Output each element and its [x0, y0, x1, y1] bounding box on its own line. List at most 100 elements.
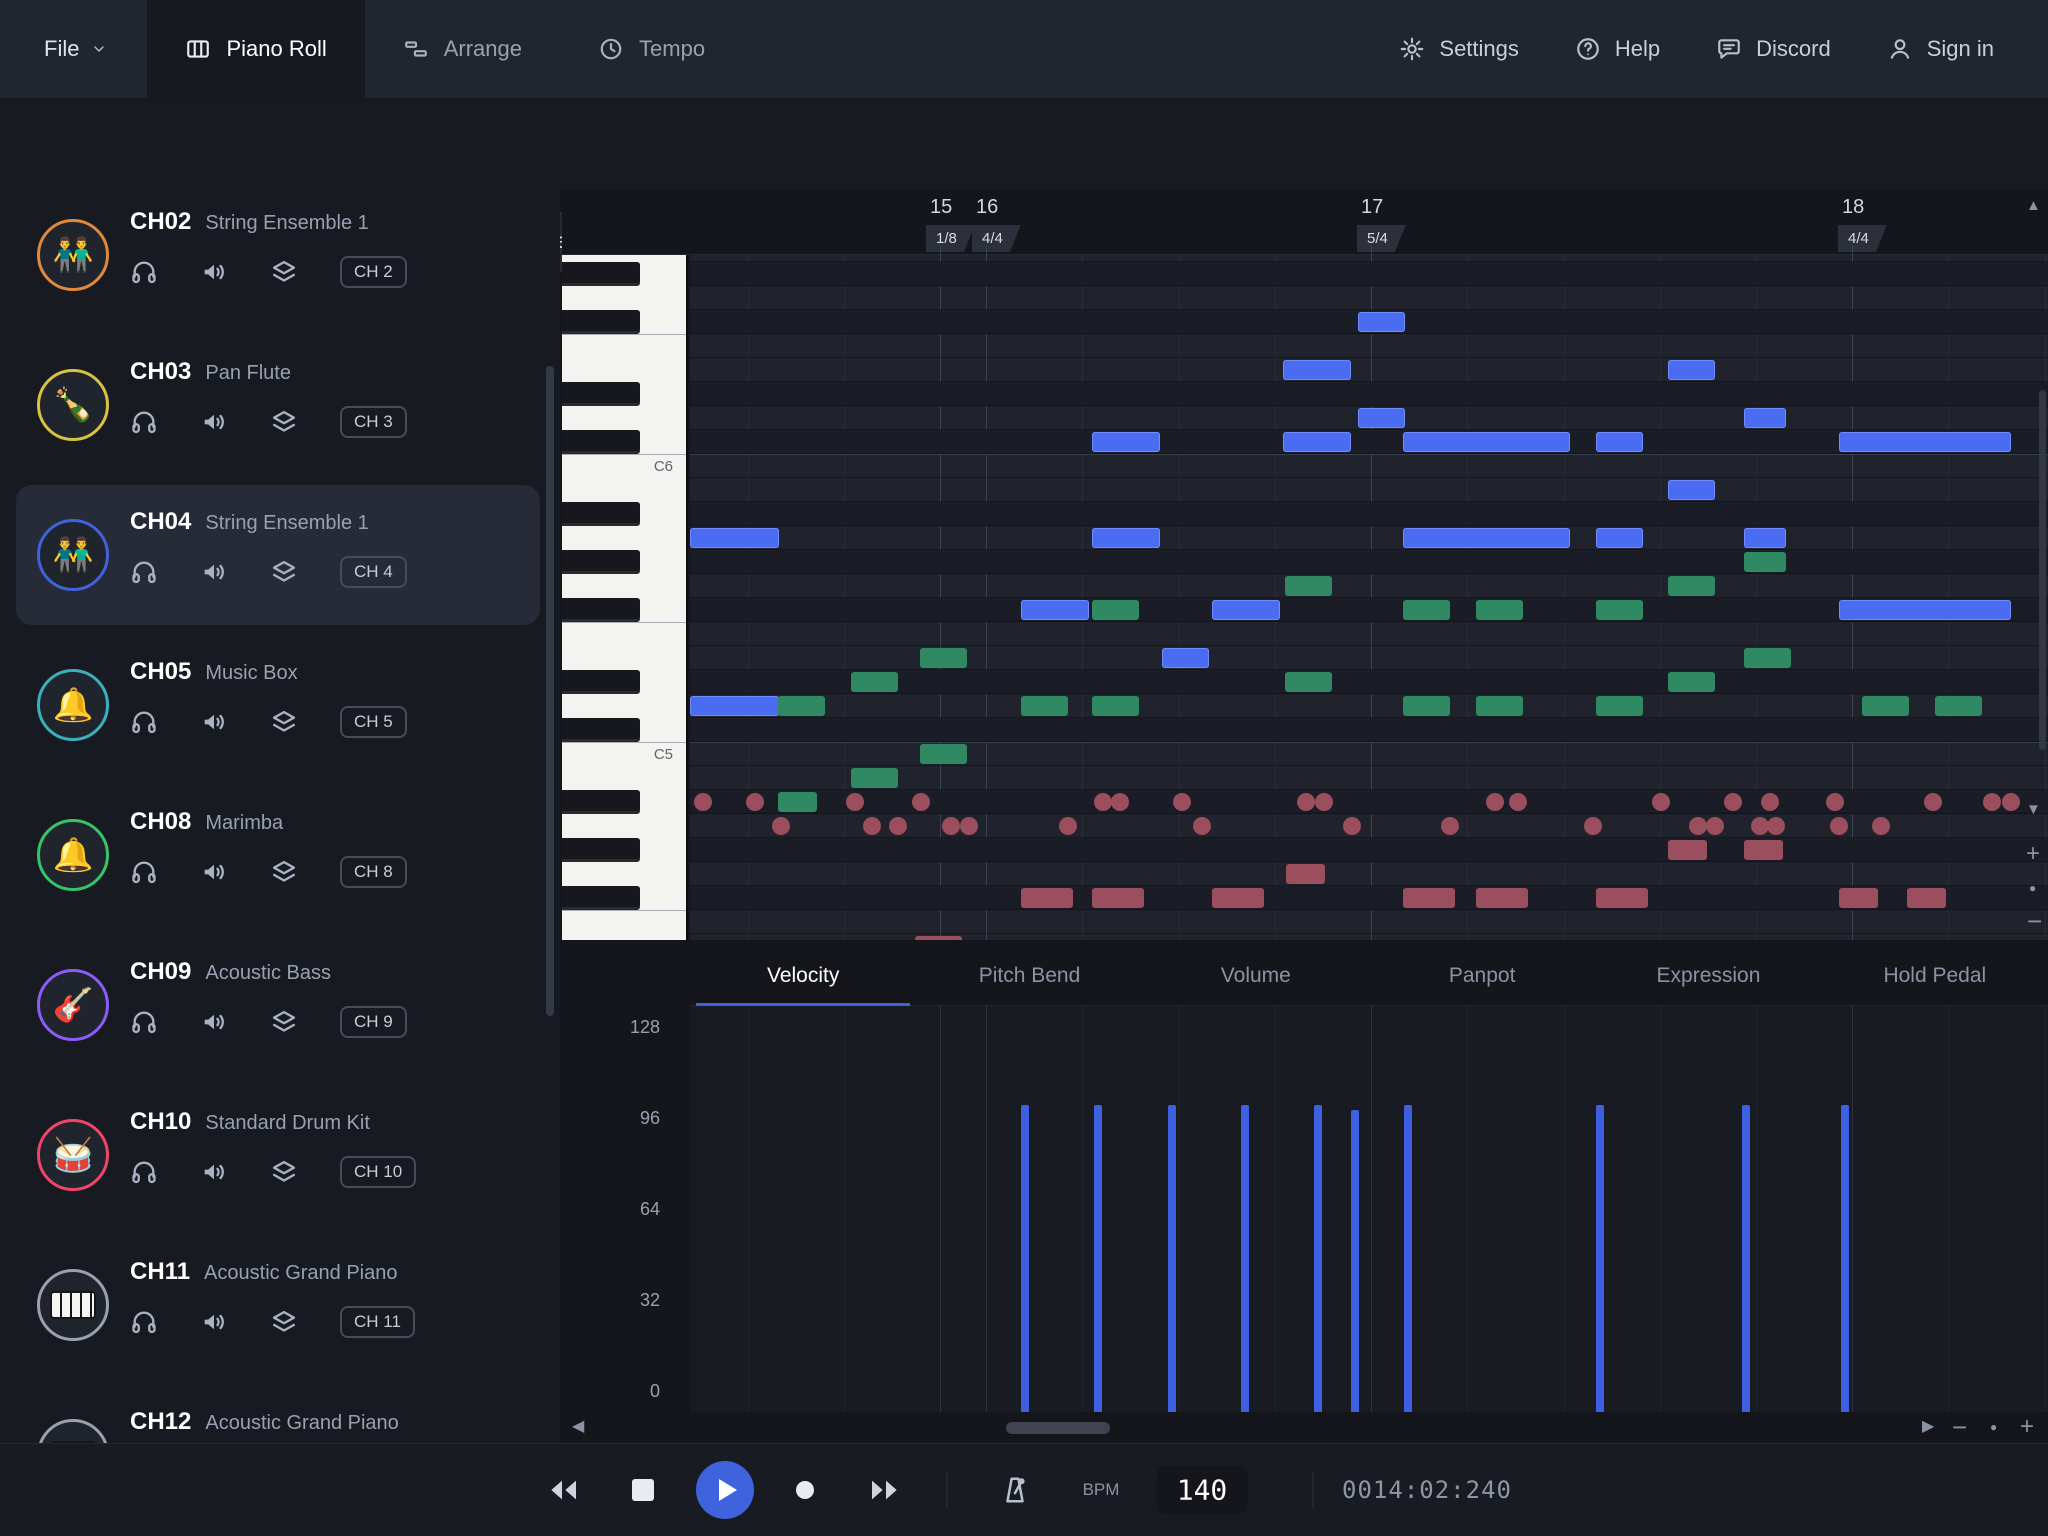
drum-note[interactable]: [1584, 817, 1602, 835]
midi-note[interactable]: [915, 936, 962, 940]
midi-note-selected[interactable]: [1358, 408, 1405, 428]
discord-button[interactable]: Discord: [1688, 36, 1859, 62]
midi-note-selected[interactable]: [1403, 528, 1570, 548]
midi-note[interactable]: [1668, 672, 1715, 692]
speaker-icon[interactable]: [200, 1008, 228, 1036]
layers-icon[interactable]: [270, 1008, 298, 1036]
piano-key-black[interactable]: [562, 886, 640, 910]
midi-note-selected[interactable]: [1212, 600, 1280, 620]
drum-note[interactable]: [1441, 817, 1459, 835]
midi-note[interactable]: [1476, 600, 1523, 620]
headphones-icon[interactable]: [130, 258, 158, 286]
piano-key-black[interactable]: [562, 598, 640, 622]
midi-note[interactable]: [1907, 888, 1946, 908]
file-menu[interactable]: File: [0, 0, 147, 98]
play-button[interactable]: [696, 1461, 754, 1519]
midi-note-selected[interactable]: [1596, 432, 1643, 452]
zoom-in-horizontal-icon[interactable]: +: [2020, 1415, 2034, 1439]
headphones-icon[interactable]: [130, 558, 158, 586]
drum-note[interactable]: [1767, 817, 1785, 835]
midi-note[interactable]: [1021, 888, 1073, 908]
tab-pitch-bend[interactable]: Pitch Bend: [916, 947, 1142, 1005]
track-ch09[interactable]: 🎸CH09Acoustic BassCH 9: [0, 930, 560, 1080]
layers-icon[interactable]: [270, 1308, 298, 1336]
drum-note[interactable]: [960, 817, 978, 835]
layers-icon[interactable]: [270, 1158, 298, 1186]
midi-note-selected[interactable]: [1092, 528, 1160, 548]
speaker-icon[interactable]: [200, 708, 228, 736]
midi-note-selected[interactable]: [1092, 432, 1160, 452]
piano-key-black[interactable]: [562, 718, 640, 742]
midi-note[interactable]: [851, 768, 898, 788]
layers-icon[interactable]: [270, 258, 298, 286]
midi-note[interactable]: [920, 648, 967, 668]
drum-note[interactable]: [1924, 793, 1942, 811]
midi-note-selected[interactable]: [1839, 432, 2011, 452]
settings-button[interactable]: Settings: [1371, 36, 1547, 62]
drum-note[interactable]: [1509, 793, 1527, 811]
record-button[interactable]: [796, 1481, 814, 1499]
midi-note[interactable]: [1212, 888, 1264, 908]
stop-button[interactable]: [632, 1479, 654, 1501]
midi-note[interactable]: [1596, 600, 1643, 620]
midi-note-selected[interactable]: [1668, 480, 1715, 500]
piano-key-black[interactable]: [562, 670, 640, 694]
midi-note[interactable]: [1744, 840, 1783, 860]
midi-note[interactable]: [1092, 696, 1139, 716]
track-avatar[interactable]: 👬: [37, 519, 109, 591]
speaker-icon[interactable]: [200, 1158, 228, 1186]
midi-note[interactable]: [920, 744, 967, 764]
track-avatar[interactable]: 🍾: [37, 369, 109, 441]
piano-key-black[interactable]: [562, 502, 640, 526]
midi-note[interactable]: [1668, 840, 1707, 860]
tab-tempo[interactable]: Tempo: [560, 0, 743, 98]
velocity-chart[interactable]: [690, 1006, 2048, 1412]
drum-note[interactable]: [1173, 793, 1191, 811]
track-avatar[interactable]: 🔔: [37, 669, 109, 741]
speaker-icon[interactable]: [200, 1308, 228, 1336]
velocity-bar[interactable]: [1351, 1110, 1359, 1412]
piano-key-black[interactable]: [562, 838, 640, 862]
midi-note-selected[interactable]: [1358, 312, 1405, 332]
drum-note[interactable]: [746, 793, 764, 811]
sidebar-scrollbar[interactable]: [546, 366, 554, 1016]
midi-note[interactable]: [1935, 696, 1982, 716]
layers-icon[interactable]: [270, 858, 298, 886]
piano-key-black[interactable]: [562, 262, 640, 286]
headphones-icon[interactable]: [130, 1008, 158, 1036]
midi-note[interactable]: [1476, 696, 1523, 716]
midi-note-selected[interactable]: [1021, 600, 1089, 620]
track-avatar[interactable]: 🎸: [37, 969, 109, 1041]
piano-roll-grid[interactable]: [690, 255, 2048, 940]
drum-note[interactable]: [694, 793, 712, 811]
midi-note[interactable]: [1021, 696, 1068, 716]
midi-note[interactable]: [1285, 672, 1332, 692]
drum-note[interactable]: [2002, 793, 2020, 811]
drum-note[interactable]: [1761, 793, 1779, 811]
drum-note[interactable]: [1872, 817, 1890, 835]
velocity-bar[interactable]: [1314, 1105, 1322, 1412]
track-avatar[interactable]: 👬: [37, 219, 109, 291]
track-avatar[interactable]: [37, 1419, 109, 1443]
drum-note[interactable]: [1983, 793, 2001, 811]
timeline-ruler[interactable]: 151/8164/4175/4184/4: [562, 193, 2048, 255]
velocity-bar[interactable]: [1094, 1105, 1102, 1412]
drum-note[interactable]: [1193, 817, 1211, 835]
speaker-icon[interactable]: [200, 858, 228, 886]
drum-note[interactable]: [1689, 817, 1707, 835]
track-avatar[interactable]: [37, 1269, 109, 1341]
drum-note[interactable]: [1343, 817, 1361, 835]
drum-note[interactable]: [1315, 793, 1333, 811]
midi-note[interactable]: [1744, 648, 1791, 668]
drum-note[interactable]: [1652, 793, 1670, 811]
scroll-left-icon[interactable]: ◀: [572, 1419, 584, 1435]
track-ch03[interactable]: 🍾CH03Pan FluteCH 3: [0, 330, 560, 480]
drum-note[interactable]: [846, 793, 864, 811]
metronome-button[interactable]: [1000, 1475, 1030, 1505]
zoom-out-horizontal-icon[interactable]: −: [1952, 1414, 1967, 1440]
drum-note[interactable]: [889, 817, 907, 835]
piano-key-black[interactable]: [562, 430, 640, 454]
midi-note-selected[interactable]: [1162, 648, 1209, 668]
track-ch08[interactable]: 🔔CH08MarimbaCH 8: [0, 780, 560, 930]
midi-note-selected[interactable]: [1403, 432, 1570, 452]
